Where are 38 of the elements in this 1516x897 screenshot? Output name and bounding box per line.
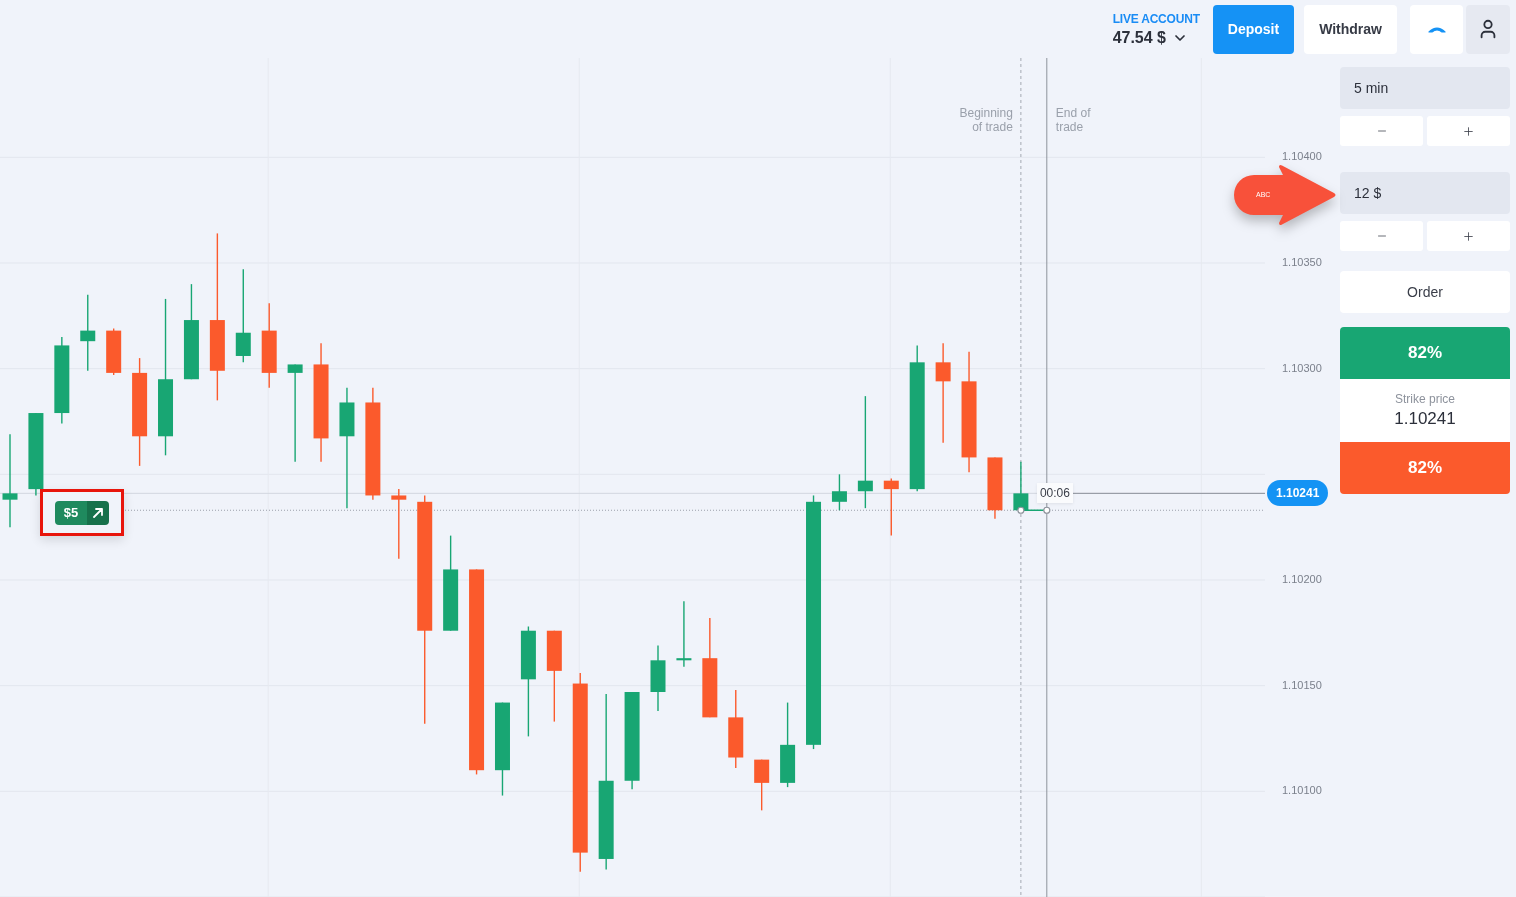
strike-price-label: Strike price bbox=[1395, 392, 1455, 406]
candle bbox=[754, 758, 770, 812]
price-axis-label: 1.10100 bbox=[1282, 784, 1322, 797]
candle bbox=[650, 644, 666, 712]
current-price-badge: 1.10241 bbox=[1267, 480, 1329, 507]
candle bbox=[106, 327, 122, 376]
price-axis-label: 1.10200 bbox=[1282, 572, 1322, 585]
price-axis-label: 1.10300 bbox=[1282, 361, 1322, 374]
candle bbox=[883, 477, 899, 537]
price-axis-label: 1.10400 bbox=[1282, 150, 1322, 163]
plus-icon bbox=[1462, 229, 1475, 243]
increase-button[interactable] bbox=[1427, 221, 1510, 251]
candle bbox=[391, 488, 407, 560]
account-type-label: LIVE ACCOUNT bbox=[1112, 11, 1200, 26]
order-button[interactable]: Order bbox=[1340, 271, 1510, 313]
trade-end-label: End of trade bbox=[1055, 106, 1092, 134]
arrow-up-right-icon bbox=[87, 500, 110, 525]
account-balance: 47.54 $ bbox=[1112, 28, 1166, 47]
increase-button[interactable] bbox=[1427, 116, 1510, 146]
plus-icon bbox=[1462, 124, 1475, 138]
decrease-button[interactable] bbox=[1340, 116, 1423, 146]
duration-field[interactable]: 5 min bbox=[1340, 67, 1510, 109]
price-axis-label: 1.10150 bbox=[1282, 678, 1322, 691]
trade-start-label: Beginning of trade bbox=[958, 106, 1013, 134]
price-axis-label: 1.10350 bbox=[1282, 255, 1322, 268]
trade-amount: $5 bbox=[54, 500, 88, 525]
candle bbox=[987, 456, 1003, 520]
candle bbox=[676, 600, 692, 668]
chevron-up-icon bbox=[1427, 25, 1446, 33]
profile-button[interactable] bbox=[1466, 4, 1510, 54]
decrease-button[interactable] bbox=[1340, 221, 1423, 251]
strike-price-value: 1.10241 bbox=[1394, 409, 1456, 429]
amount-field[interactable]: 12 $ bbox=[1340, 172, 1510, 214]
withdraw-button[interactable]: Withdraw bbox=[1304, 4, 1397, 54]
candle bbox=[1013, 460, 1029, 511]
candle bbox=[831, 473, 847, 511]
trade-connector bbox=[1017, 506, 1051, 514]
timer-label: 00:06 bbox=[1036, 483, 1073, 504]
